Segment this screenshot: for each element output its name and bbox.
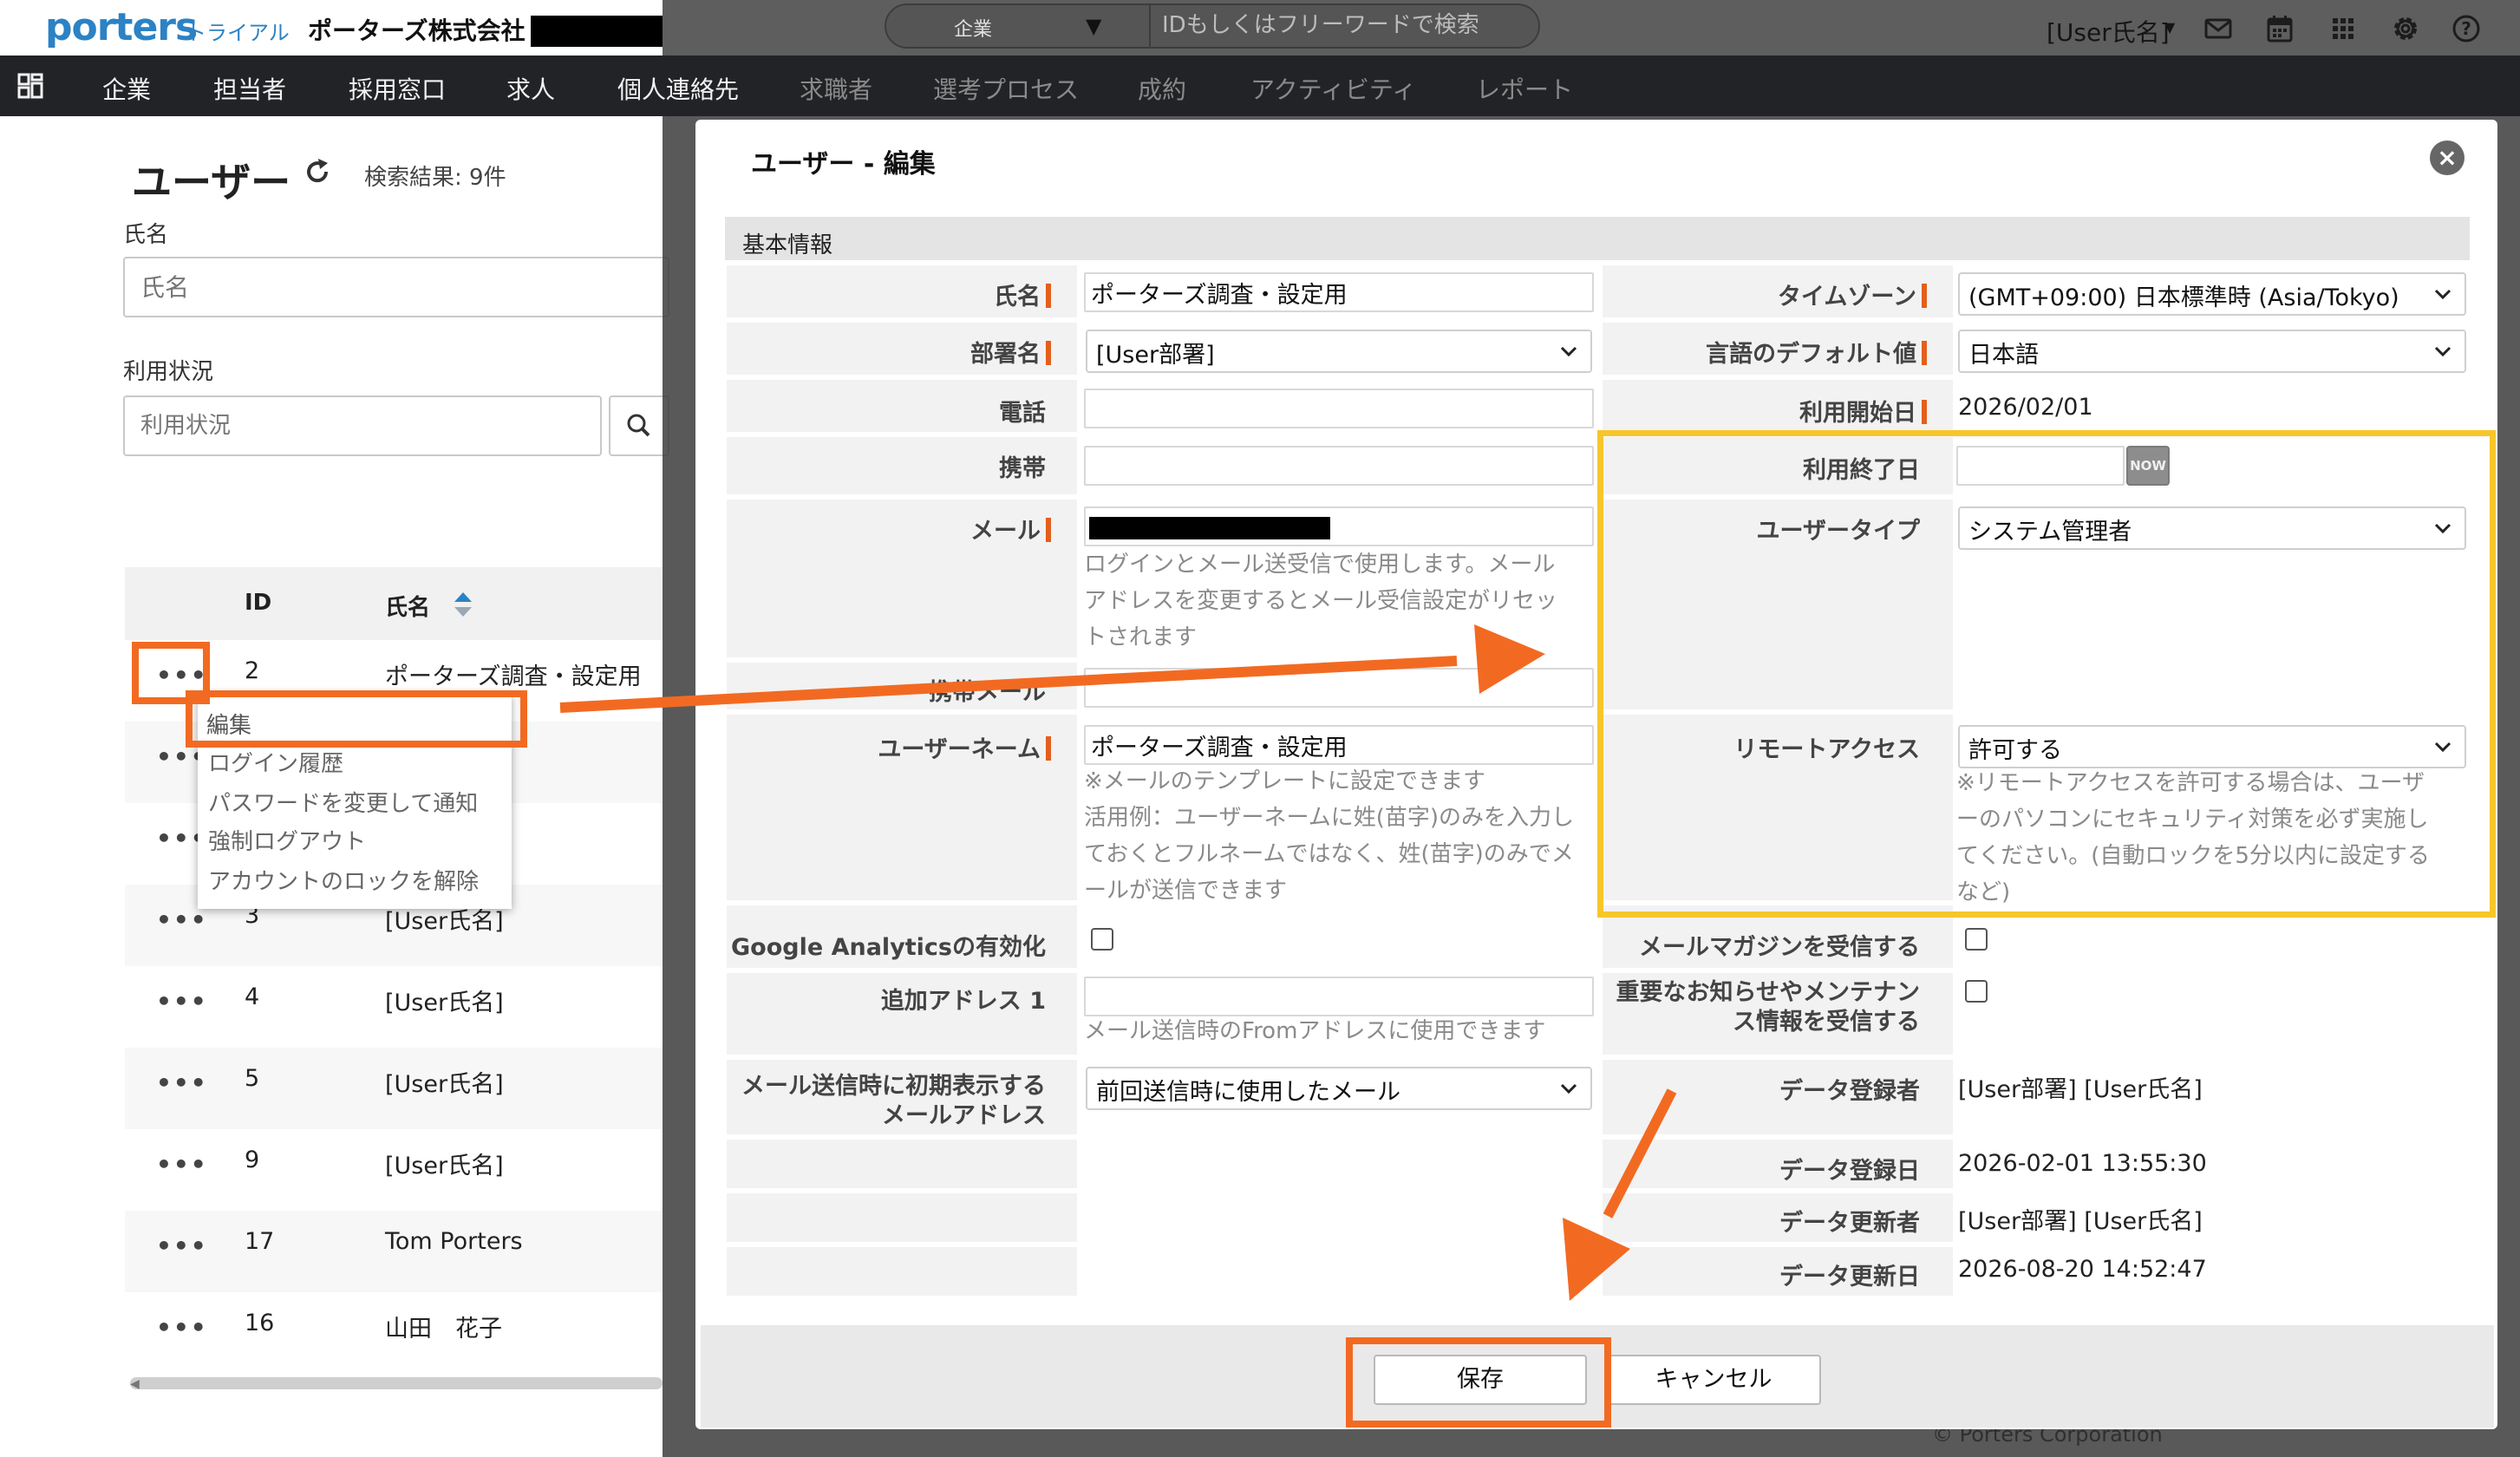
arrow-to-save-icon (1603, 1088, 1677, 1219)
arrow-head-icon (1563, 1218, 1630, 1301)
arrow-to-fields-icon (559, 656, 1458, 713)
annotation-arrows (559, 624, 1677, 1301)
arrow-head-icon (1474, 624, 1545, 694)
